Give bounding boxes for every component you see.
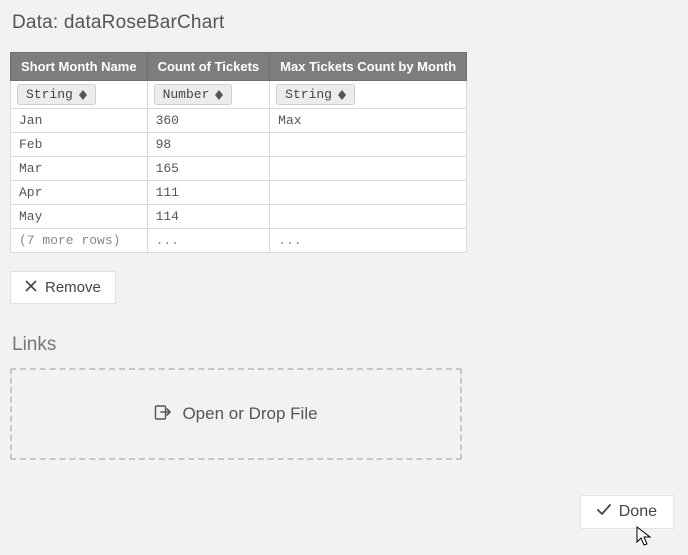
done-button[interactable]: Done xyxy=(580,495,674,529)
sort-icon xyxy=(79,90,87,100)
title-name: dataRoseBarChart xyxy=(64,12,225,33)
col-header-count[interactable]: Count of Tickets xyxy=(147,53,270,81)
cell[interactable]: Mar xyxy=(11,157,148,181)
table-row[interactable]: May 114 xyxy=(11,205,467,229)
more-rows-indicator[interactable]: (7 more rows) ... ... xyxy=(11,229,467,253)
cell[interactable] xyxy=(270,181,467,205)
cell[interactable]: 98 xyxy=(147,133,270,157)
type-selector-max[interactable]: String xyxy=(276,84,355,105)
remove-label: Remove xyxy=(45,279,101,296)
type-label: String xyxy=(26,87,73,102)
data-table: Short Month Name Count of Tickets Max Ti… xyxy=(10,52,467,253)
table-row[interactable]: Mar 165 xyxy=(11,157,467,181)
col-header-max[interactable]: Max Tickets Count by Month xyxy=(270,53,467,81)
table-row[interactable]: Feb 98 xyxy=(11,133,467,157)
cell[interactable]: 165 xyxy=(147,157,270,181)
col-header-month[interactable]: Short Month Name xyxy=(11,53,148,81)
type-selector-count[interactable]: Number xyxy=(154,84,233,105)
table-row[interactable]: Jan 360 Max xyxy=(11,109,467,133)
cell[interactable]: May xyxy=(11,205,148,229)
header-row: Short Month Name Count of Tickets Max Ti… xyxy=(11,53,467,81)
cell[interactable]: ... xyxy=(147,229,270,253)
type-row: String Number xyxy=(11,81,467,109)
close-icon xyxy=(25,279,37,296)
cell[interactable] xyxy=(270,205,467,229)
file-dropzone[interactable]: Open or Drop File xyxy=(10,368,462,460)
dropzone-label: Open or Drop File xyxy=(182,404,317,424)
links-heading: Links xyxy=(12,334,678,356)
data-title: Data: dataRoseBarChart xyxy=(12,12,678,34)
table-row[interactable]: Apr 111 xyxy=(11,181,467,205)
cell[interactable]: 360 xyxy=(147,109,270,133)
check-icon xyxy=(597,503,611,521)
mouse-cursor-icon xyxy=(636,526,652,553)
open-file-icon xyxy=(154,403,172,426)
cell[interactable] xyxy=(270,133,467,157)
cell[interactable] xyxy=(270,157,467,181)
cell[interactable]: (7 more rows) xyxy=(11,229,148,253)
remove-button[interactable]: Remove xyxy=(10,271,116,304)
cell[interactable]: Jan xyxy=(11,109,148,133)
type-label: String xyxy=(285,87,332,102)
cell[interactable]: ... xyxy=(270,229,467,253)
cell[interactable]: Feb xyxy=(11,133,148,157)
title-prefix: Data: xyxy=(12,12,64,33)
cell[interactable]: 111 xyxy=(147,181,270,205)
type-selector-month[interactable]: String xyxy=(17,84,96,105)
cell[interactable]: 114 xyxy=(147,205,270,229)
cell[interactable]: Apr xyxy=(11,181,148,205)
sort-icon xyxy=(215,90,223,100)
cell[interactable]: Max xyxy=(270,109,467,133)
sort-icon xyxy=(338,90,346,100)
done-label: Done xyxy=(619,503,657,521)
type-label: Number xyxy=(163,87,210,102)
